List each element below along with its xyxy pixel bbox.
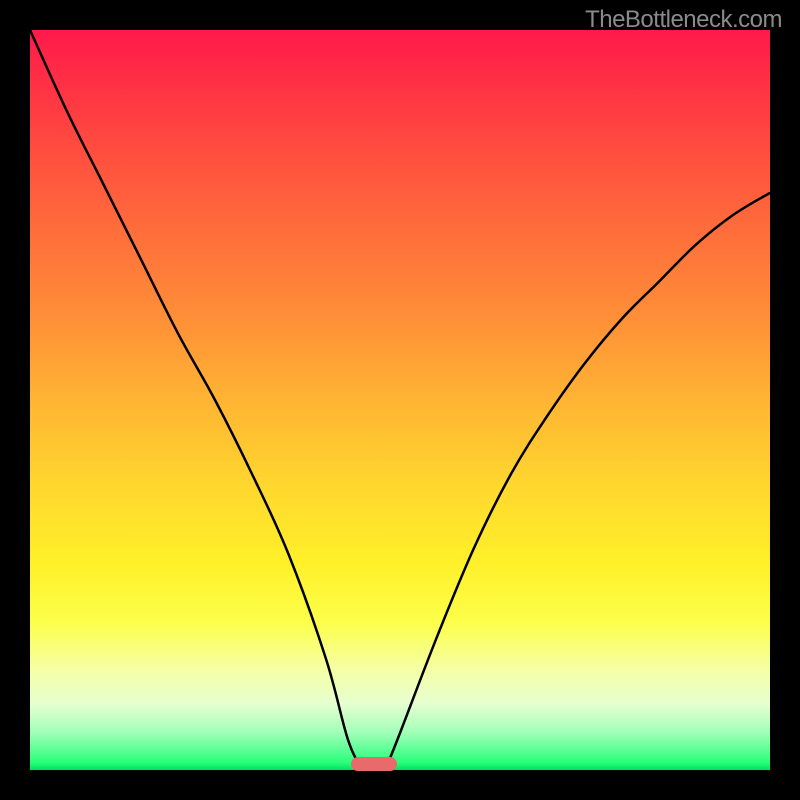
- curve-left-branch: [30, 30, 363, 770]
- chart-plot-area: [30, 30, 770, 770]
- curve-right-branch: [385, 193, 770, 770]
- curve-svg: [30, 30, 770, 770]
- vertex-marker: [351, 757, 397, 771]
- watermark-label: TheBottleneck.com: [585, 6, 782, 34]
